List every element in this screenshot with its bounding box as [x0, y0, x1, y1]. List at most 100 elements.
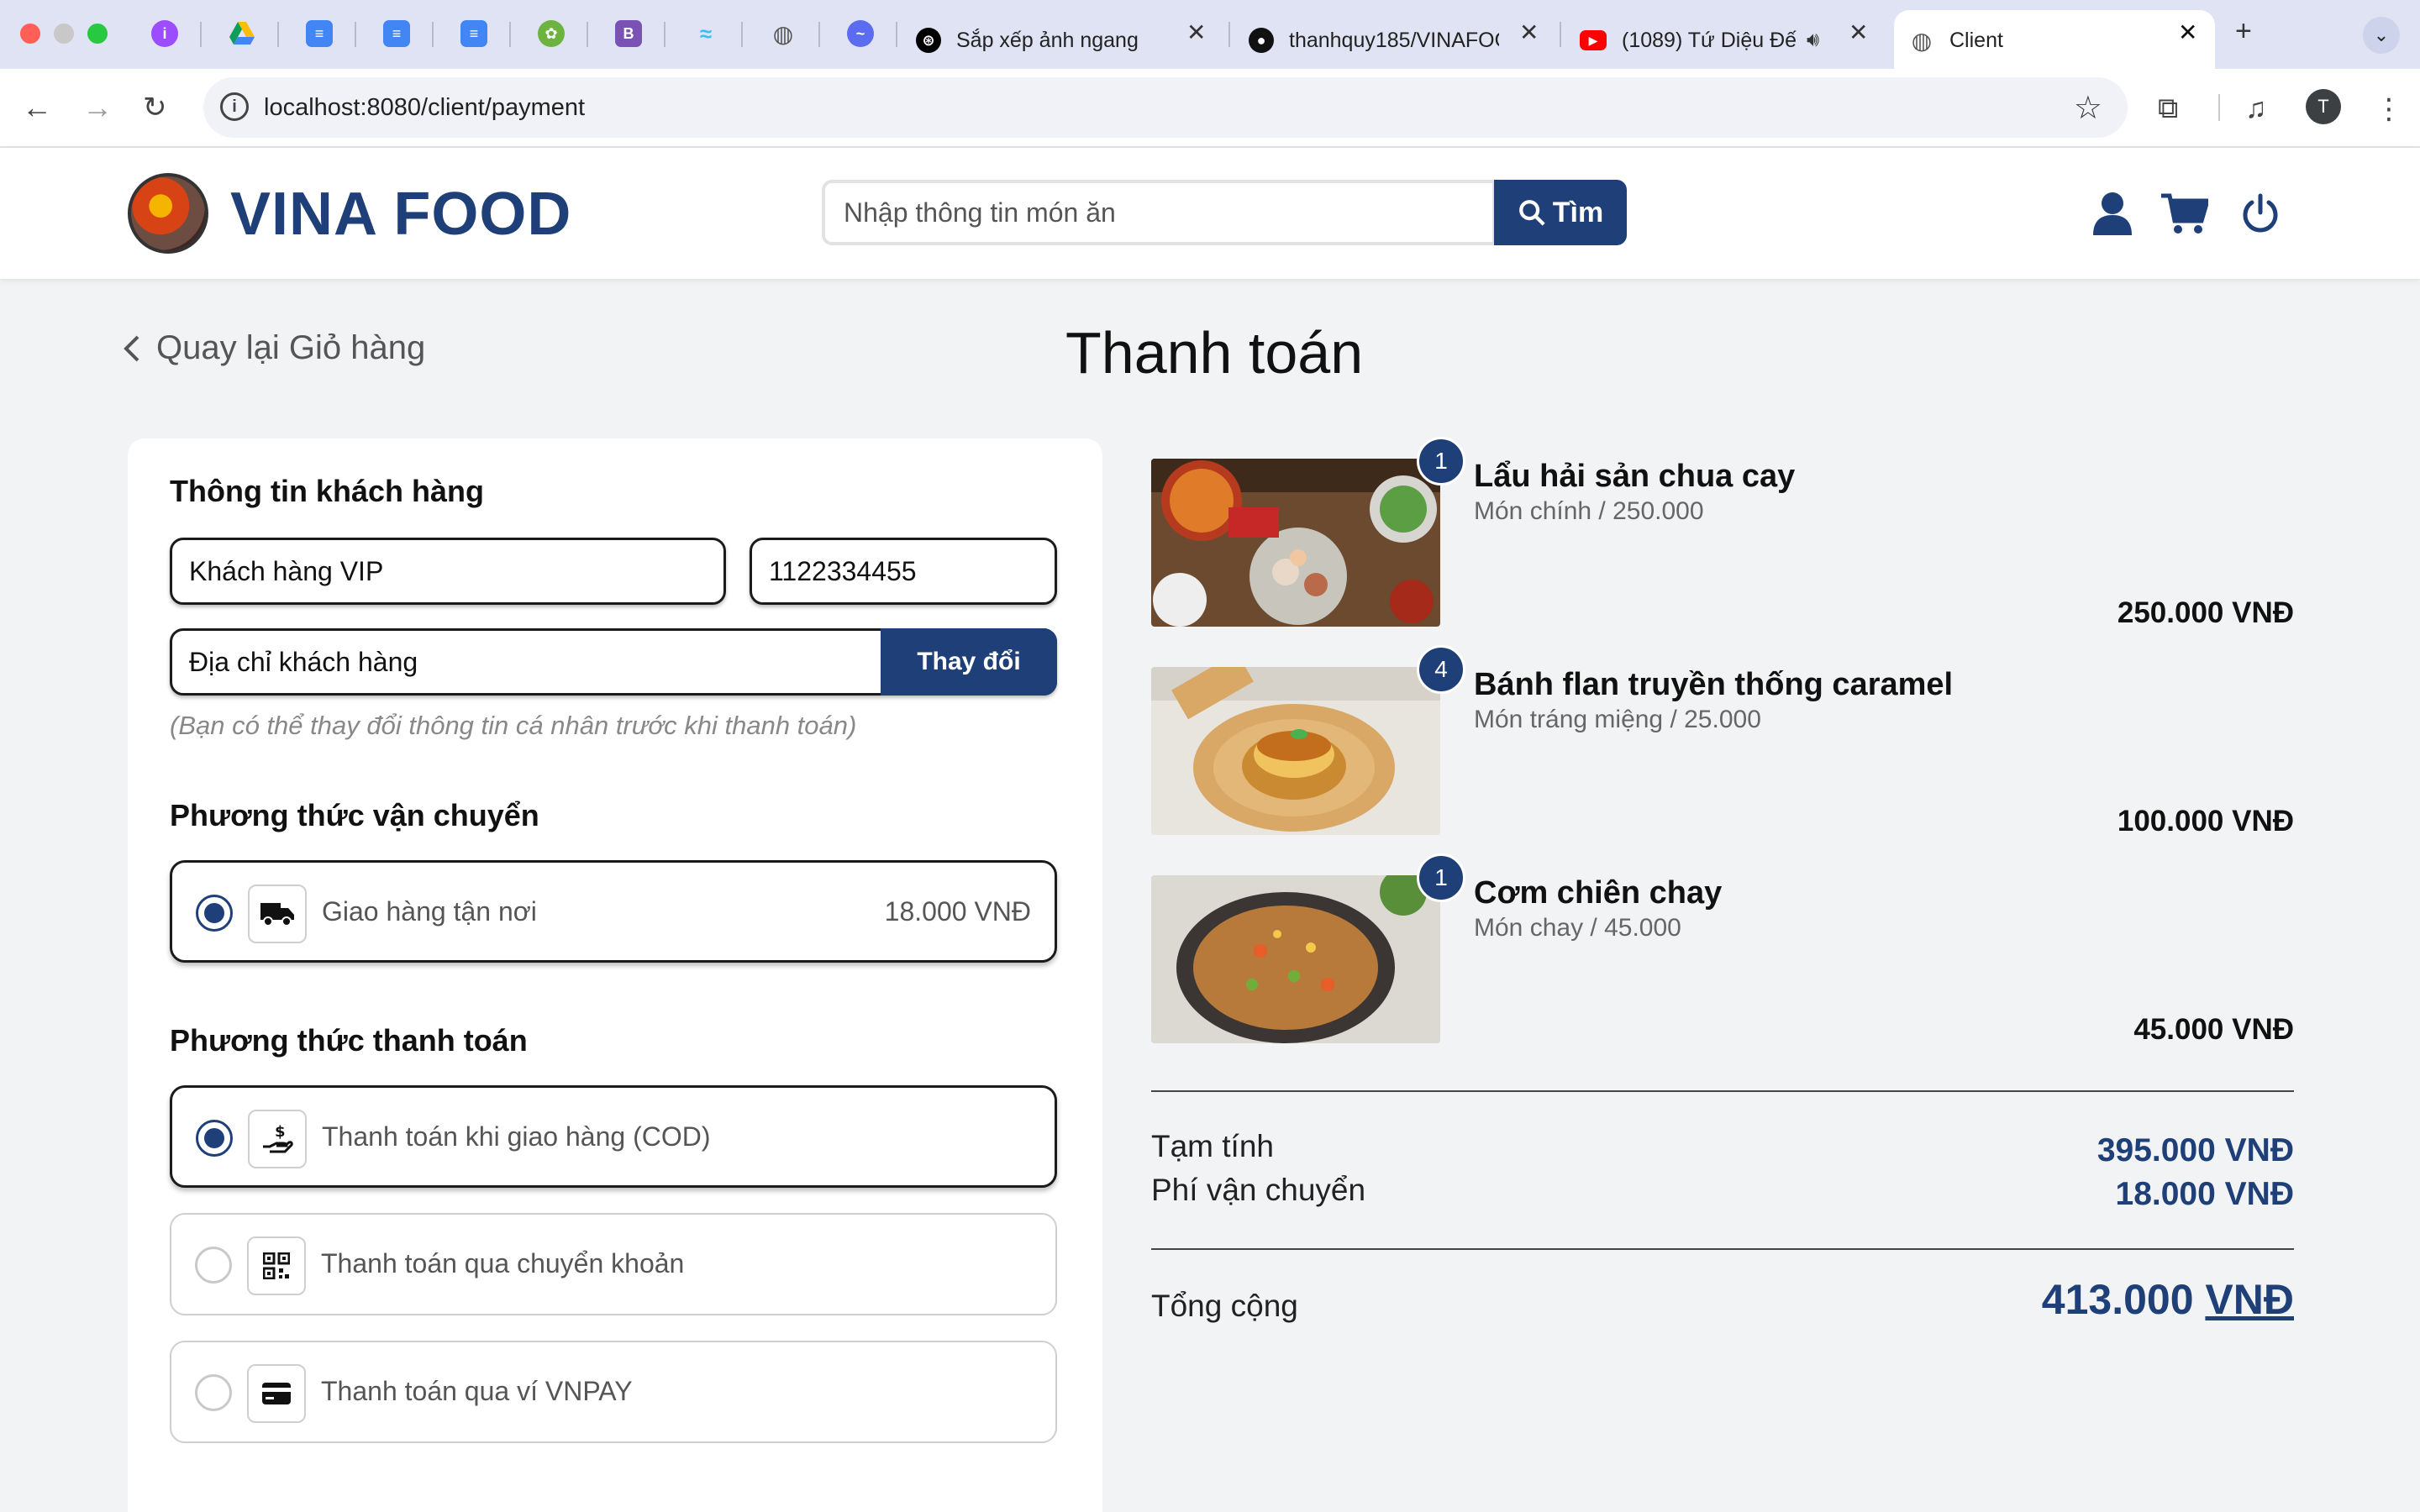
qr-code-icon [247, 1236, 306, 1295]
shipping-option-label: Giao hàng tận nơi [322, 896, 537, 927]
vina-food-logo-icon[interactable] [128, 173, 208, 254]
close-window-button[interactable] [20, 24, 40, 44]
close-tab-icon[interactable]: ✕ [1849, 18, 1868, 46]
credit-card-icon [247, 1364, 306, 1423]
search-input[interactable] [822, 180, 1496, 245]
tab-separator [432, 22, 434, 47]
page-title: Thanh toán [1065, 320, 1364, 386]
more-menu-icon[interactable]: ⋮ [2375, 92, 2403, 126]
change-info-button[interactable]: Thay đổi [881, 628, 1057, 696]
back-to-cart-link[interactable]: Quay lại Giỏ hàng [123, 329, 425, 367]
payment-option-label: Thanh toán khi giao hàng (COD) [322, 1121, 711, 1152]
google-drive-tab-icon[interactable] [229, 20, 255, 47]
search-button-label: Tìm [1552, 196, 1604, 228]
radio-selected[interactable] [196, 895, 233, 932]
pinned-tab-icon[interactable]: i [151, 20, 178, 47]
google-docs-tab-icon[interactable]: ≡ [460, 20, 487, 47]
globe-icon: ◍ [1911, 27, 1933, 54]
cash-hand-icon: $ [248, 1110, 307, 1168]
shipping-fee-value: 18.000 VNĐ [2115, 1176, 2294, 1212]
quantity-badge: 1 [1417, 853, 1465, 902]
tailwind-tab-icon[interactable]: ≈ [692, 20, 719, 47]
tab-client[interactable]: ◍ Client [1909, 12, 2161, 69]
close-tab-icon[interactable]: ✕ [2178, 18, 2197, 46]
fried-rice-food-image[interactable] [1151, 875, 1440, 1043]
media-control-icon[interactable]: ♫ [2245, 92, 2267, 125]
grand-total-value: 413.000 VNĐ [2042, 1275, 2294, 1324]
bootstrap-tab-icon[interactable]: B [615, 20, 642, 47]
user-icon[interactable] [2087, 188, 2138, 239]
item-category-price: Món tráng miệng / 25.000 [1474, 706, 1761, 733]
info-note: (Bạn có thể thay đổi thông tin cá nhân t… [170, 711, 857, 740]
payment-option-label: Thanh toán qua ví VNPAY [321, 1376, 633, 1406]
tab-separator [1228, 22, 1230, 47]
browser-toolbar: ← → ↻ i localhost:8080/client/payment ☆ … [0, 69, 2420, 148]
tab-github[interactable]: ● thanhquy185/VINAFOOD [1249, 12, 1534, 69]
brand-name[interactable]: VINA FOOD [230, 180, 571, 249]
profile-avatar[interactable]: T [2306, 89, 2341, 124]
logout-power-icon[interactable] [2235, 188, 2286, 239]
back-arrow-icon[interactable]: ← [22, 91, 52, 124]
site-info-icon[interactable]: i [220, 92, 249, 121]
spring-tab-icon[interactable]: ✿ [538, 20, 565, 47]
close-tab-icon[interactable]: ✕ [1186, 18, 1206, 46]
total-label: Tổng cộng [1151, 1289, 1298, 1323]
payment-option-bank-transfer[interactable]: Thanh toán qua chuyển khoản [170, 1213, 1057, 1315]
globe-tab-icon[interactable]: ◍ [770, 20, 797, 47]
radio-unselected[interactable] [195, 1374, 232, 1411]
radio-unselected[interactable] [195, 1247, 232, 1284]
wave-tab-icon[interactable]: ~ [847, 20, 874, 47]
grand-total-amount: 413.000 [2041, 1276, 2194, 1323]
customer-name-field[interactable]: Khách hàng VIP [170, 538, 726, 605]
chevron-left-icon [124, 335, 139, 361]
total-divider [1151, 1248, 2294, 1250]
google-docs-tab-icon[interactable]: ≡ [383, 20, 410, 47]
item-name[interactable]: Lẩu hải sản chua cay [1474, 459, 1795, 495]
toolbar-divider [2218, 94, 2220, 121]
customer-phone-field[interactable]: 1122334455 [750, 538, 1057, 605]
flan-food-image[interactable] [1151, 667, 1440, 835]
shipping-method-title: Phương thức vận chuyển [170, 798, 539, 832]
cart-icon[interactable] [2160, 188, 2210, 239]
quantity-badge: 1 [1417, 437, 1465, 486]
address-bar[interactable]: i localhost:8080/client/payment ☆ [203, 77, 2128, 138]
tab-separator [741, 22, 743, 47]
tab-title: (1089) Tứ Diệu Đế [1622, 28, 1797, 52]
close-tab-icon[interactable]: ✕ [1519, 18, 1539, 46]
search-button[interactable]: Tìm [1494, 180, 1627, 245]
new-tab-icon[interactable]: + [2235, 15, 2252, 48]
audio-playing-icon[interactable]: 🔊︎ [1807, 29, 1819, 52]
radio-dot [204, 1128, 224, 1148]
order-item: 1 Cơm chiên chay Món chay / 45.000 45.00… [1151, 853, 2294, 1047]
minimize-window-button[interactable] [54, 24, 74, 44]
item-name[interactable]: Bánh flan truyền thống caramel [1474, 667, 1953, 703]
google-docs-tab-icon[interactable]: ≡ [306, 20, 333, 47]
youtube-icon: ▶ [1580, 30, 1607, 50]
item-category-price: Món chay / 45.000 [1474, 914, 1681, 942]
forward-arrow-icon[interactable]: → [82, 91, 113, 124]
item-name[interactable]: Cơm chiên chay [1474, 875, 1722, 911]
zoom-window-button[interactable] [87, 24, 108, 44]
item-total: 250.000 VNĐ [2117, 596, 2294, 629]
radio-selected[interactable] [196, 1120, 233, 1157]
hotpot-food-image[interactable] [1151, 459, 1440, 627]
payment-option-cod[interactable]: $ Thanh toán khi giao hàng (COD) [170, 1085, 1057, 1188]
order-item: 1 Lẩu hải sản chua cay Món chính / 250.0… [1151, 437, 2294, 630]
grand-total-unit: VNĐ [2205, 1276, 2294, 1323]
app-header: VINA FOOD Tìm [0, 148, 2420, 279]
shipping-option-home-delivery[interactable]: Giao hàng tận nơi 18.000 VNĐ [170, 860, 1057, 963]
reload-icon[interactable]: ↻ [143, 91, 167, 124]
tab-separator [1560, 22, 1561, 47]
item-category-price: Món chính / 250.000 [1474, 497, 1704, 525]
payment-method-title: Phương thức thanh toán [170, 1023, 528, 1058]
extensions-puzzle-icon[interactable]: ⧉ [2158, 92, 2178, 125]
payment-option-vnpay[interactable]: Thanh toán qua ví VNPAY [170, 1341, 1057, 1443]
search-icon [1518, 200, 1545, 226]
tab-youtube[interactable]: ▶ (1089) Tứ Diệu Đế 🔊︎ [1580, 12, 1857, 69]
bookmark-star-icon[interactable]: ☆ [2074, 89, 2102, 127]
tab-separator [200, 22, 202, 47]
tab-search-chevron-icon[interactable]: ⌄ [2363, 17, 2400, 54]
customer-info-title: Thông tin khách hàng [170, 474, 484, 508]
url-text[interactable]: localhost:8080/client/payment [264, 94, 585, 122]
truck-icon [248, 885, 307, 943]
